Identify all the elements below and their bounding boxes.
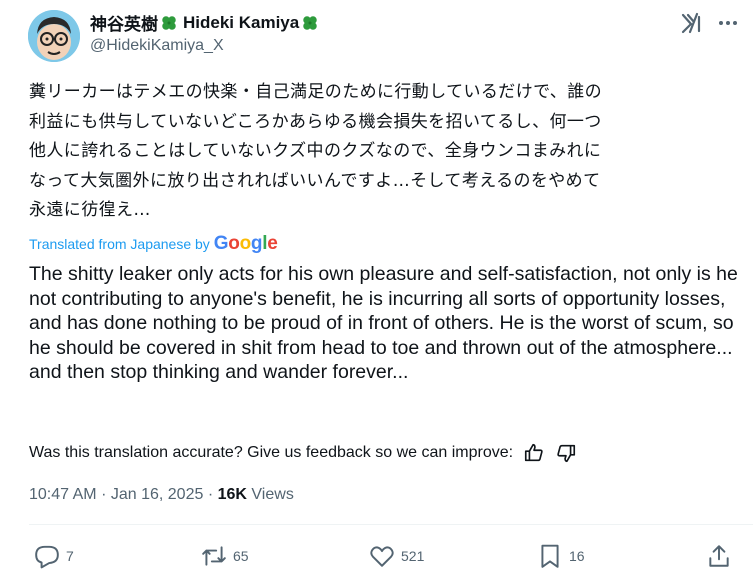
author-name[interactable]: 神谷英樹 Hideki Kamiya <box>90 10 319 35</box>
avatar[interactable] <box>28 10 80 62</box>
repost-icon <box>202 546 226 566</box>
bookmark-button[interactable]: 16 <box>537 543 585 569</box>
bookmark-count: 16 <box>569 548 585 564</box>
bookmark-icon <box>541 544 559 568</box>
translation-label[interactable]: Translated from Japanese by Google <box>29 233 278 255</box>
author-name-en[interactable]: Hideki Kamiya <box>183 13 299 33</box>
like-icon <box>370 546 394 567</box>
views-count: 16K <box>217 486 247 503</box>
views-label: Views <box>251 486 294 503</box>
share-button[interactable] <box>706 543 732 569</box>
repost-button[interactable]: 65 <box>201 543 249 569</box>
author-name-jp[interactable]: 神谷英樹 <box>90 10 158 35</box>
repost-count: 65 <box>233 548 249 564</box>
author-handle[interactable]: @HidekiKamiya_X <box>90 37 224 55</box>
more-icon[interactable] <box>716 11 740 35</box>
action-bar: 7 65 521 16 <box>0 543 753 573</box>
google-logo: Google <box>213 233 278 254</box>
clover-icon <box>162 15 176 30</box>
thumbs-up-icon[interactable] <box>523 442 545 464</box>
translation-feedback: Was this translation accurate? Give us f… <box>29 442 577 464</box>
reply-count: 7 <box>66 548 74 564</box>
reply-icon <box>35 545 59 569</box>
post-meta: 10:47 AM · Jan 16, 2025 · 16K Views <box>29 486 294 504</box>
share-icon <box>709 545 729 567</box>
post-time[interactable]: 10:47 AM <box>29 486 97 503</box>
translated-from-text[interactable]: Translated from Japanese by <box>29 236 210 252</box>
like-button[interactable]: 521 <box>369 543 424 569</box>
post-text-original: 糞リーカーはテメエの快楽・自己満足のために行動しているだけで、誰の 利益にも供与… <box>29 82 603 220</box>
grok-icon[interactable] <box>680 11 704 35</box>
meta-separator: · <box>207 486 214 503</box>
reply-button[interactable]: 7 <box>34 543 74 569</box>
post-date[interactable]: Jan 16, 2025 <box>111 486 204 503</box>
like-count: 521 <box>401 548 425 564</box>
thumbs-down-icon[interactable] <box>555 442 577 464</box>
feedback-prompt: Was this translation accurate? Give us f… <box>29 444 514 461</box>
meta-separator: · <box>101 486 107 503</box>
clover-icon <box>303 15 317 30</box>
post-text-translated: The shitty leaker only acts for his own … <box>29 263 738 384</box>
divider <box>29 524 753 525</box>
